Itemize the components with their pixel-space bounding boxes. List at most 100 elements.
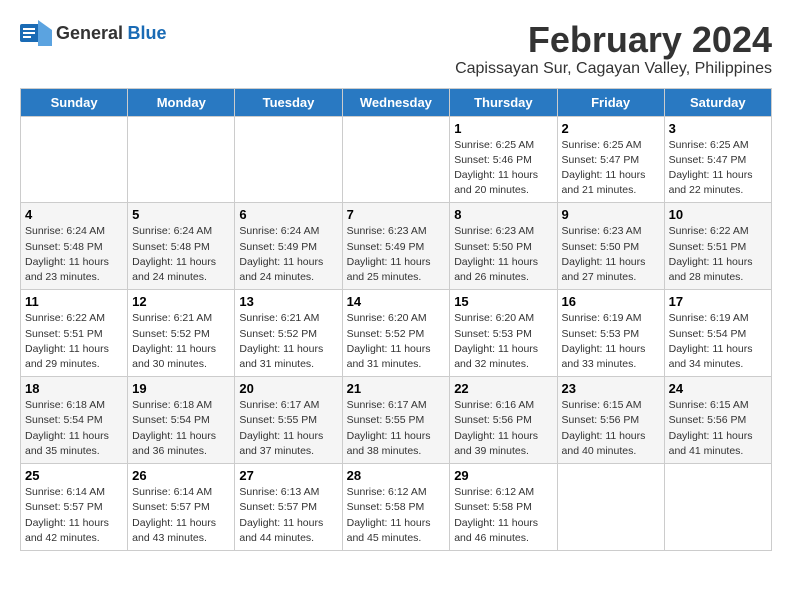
day-info: Sunrise: 6:23 AM Sunset: 5:49 PM Dayligh… [347,224,446,285]
calendar-cell: 9 Sunrise: 6:23 AM Sunset: 5:50 PM Daylig… [557,203,664,290]
day-number: 29 [454,468,552,483]
calendar-cell: 6Sunrise: 6:24 AM Sunset: 5:49 PM Daylig… [235,203,342,290]
calendar-cell: 24 Sunrise: 6:15 AM Sunset: 5:56 PM Dayli… [664,377,771,464]
logo-blue-text: Blue [128,23,167,43]
day-number: 28 [347,468,446,483]
day-info: Sunrise: 6:14 AM Sunset: 5:57 PM Dayligh… [25,485,123,546]
day-info: Sunrise: 6:24 AM Sunset: 5:48 PM Dayligh… [25,224,123,285]
day-number: 12 [132,294,230,309]
day-info: Sunrise: 6:13 AM Sunset: 5:57 PM Dayligh… [239,485,337,546]
day-number: 5 [132,207,230,222]
day-number: 26 [132,468,230,483]
day-number: 2 [562,121,660,136]
calendar-cell [21,116,128,203]
calendar-cell: 28 Sunrise: 6:12 AM Sunset: 5:58 PM Dayli… [342,464,450,551]
calendar-cell: 25 Sunrise: 6:14 AM Sunset: 5:57 PM Dayli… [21,464,128,551]
calendar-cell: 15 Sunrise: 6:20 AM Sunset: 5:53 PM Dayli… [450,290,557,377]
calendar-cell: 7 Sunrise: 6:23 AM Sunset: 5:49 PM Daylig… [342,203,450,290]
day-info: Sunrise: 6:21 AM Sunset: 5:52 PM Dayligh… [239,311,337,372]
day-info: Sunrise: 6:18 AM Sunset: 5:54 PM Dayligh… [132,398,230,459]
calendar-cell: 10Sunrise: 6:22 AM Sunset: 5:51 PM Dayli… [664,203,771,290]
header-tuesday: Tuesday [235,88,342,116]
calendar-cell: 13 Sunrise: 6:21 AM Sunset: 5:52 PM Dayli… [235,290,342,377]
day-info: Sunrise: 6:23 AM Sunset: 5:50 PM Dayligh… [454,224,552,285]
day-info: Sunrise: 6:19 AM Sunset: 5:53 PM Dayligh… [562,311,660,372]
day-number: 1 [454,121,552,136]
day-number: 7 [347,207,446,222]
calendar-cell [235,116,342,203]
calendar-cell: 2 Sunrise: 6:25 AM Sunset: 5:47 PM Daylig… [557,116,664,203]
calendar-week-3: 18 Sunrise: 6:18 AM Sunset: 5:54 PM Dayli… [21,377,772,464]
day-number: 16 [562,294,660,309]
day-number: 25 [25,468,123,483]
logo-icon [20,20,52,46]
calendar-cell: 16 Sunrise: 6:19 AM Sunset: 5:53 PM Dayli… [557,290,664,377]
calendar-cell: 8 Sunrise: 6:23 AM Sunset: 5:50 PM Daylig… [450,203,557,290]
day-info: Sunrise: 6:25 AM Sunset: 5:47 PM Dayligh… [562,138,660,199]
day-number: 18 [25,381,123,396]
header-row: Sunday Monday Tuesday Wednesday Thursday… [21,88,772,116]
calendar-week-4: 25 Sunrise: 6:14 AM Sunset: 5:57 PM Dayli… [21,464,772,551]
day-number: 24 [669,381,767,396]
day-info: Sunrise: 6:18 AM Sunset: 5:54 PM Dayligh… [25,398,123,459]
day-info: Sunrise: 6:15 AM Sunset: 5:56 PM Dayligh… [562,398,660,459]
calendar-cell: 5 Sunrise: 6:24 AM Sunset: 5:48 PM Daylig… [128,203,235,290]
calendar-cell: 11 Sunrise: 6:22 AM Sunset: 5:51 PM Dayli… [21,290,128,377]
header-thursday: Thursday [450,88,557,116]
day-info: Sunrise: 6:24 AM Sunset: 5:48 PM Dayligh… [132,224,230,285]
day-info: Sunrise: 6:25 AM Sunset: 5:46 PM Dayligh… [454,138,552,199]
calendar-cell: 1 Sunrise: 6:25 AM Sunset: 5:46 PM Daylig… [450,116,557,203]
page-container: General Blue February 2024 Capissayan Su… [20,20,772,551]
day-info: Sunrise: 6:23 AM Sunset: 5:50 PM Dayligh… [562,224,660,285]
header: General Blue February 2024 Capissayan Su… [20,20,772,78]
calendar-cell: 22Sunrise: 6:16 AM Sunset: 5:56 PM Dayli… [450,377,557,464]
day-info: Sunrise: 6:19 AM Sunset: 5:54 PM Dayligh… [669,311,767,372]
day-number: 3 [669,121,767,136]
day-info: Sunrise: 6:25 AM Sunset: 5:47 PM Dayligh… [669,138,767,199]
calendar-cell: 19Sunrise: 6:18 AM Sunset: 5:54 PM Dayli… [128,377,235,464]
calendar-cell: 20 Sunrise: 6:17 AM Sunset: 5:55 PM Dayli… [235,377,342,464]
day-info: Sunrise: 6:17 AM Sunset: 5:55 PM Dayligh… [239,398,337,459]
month-title: February 2024 [455,20,772,60]
day-number: 21 [347,381,446,396]
calendar-cell: 26 Sunrise: 6:14 AM Sunset: 5:57 PM Dayli… [128,464,235,551]
calendar-header: Sunday Monday Tuesday Wednesday Thursday… [21,88,772,116]
day-number: 11 [25,294,123,309]
calendar-cell: 14Sunrise: 6:20 AM Sunset: 5:52 PM Dayli… [342,290,450,377]
logo-general-text: General [56,23,123,43]
calendar-cell [557,464,664,551]
calendar-cell: 23Sunrise: 6:15 AM Sunset: 5:56 PM Dayli… [557,377,664,464]
calendar-table: Sunday Monday Tuesday Wednesday Thursday… [20,88,772,551]
day-info: Sunrise: 6:22 AM Sunset: 5:51 PM Dayligh… [669,224,767,285]
day-number: 9 [562,207,660,222]
calendar-week-2: 11 Sunrise: 6:22 AM Sunset: 5:51 PM Dayli… [21,290,772,377]
day-number: 22 [454,381,552,396]
calendar-cell: 3 Sunrise: 6:25 AM Sunset: 5:47 PM Daylig… [664,116,771,203]
day-number: 8 [454,207,552,222]
day-info: Sunrise: 6:15 AM Sunset: 5:56 PM Dayligh… [669,398,767,459]
calendar-cell: 18 Sunrise: 6:18 AM Sunset: 5:54 PM Dayli… [21,377,128,464]
calendar-cell: 17Sunrise: 6:19 AM Sunset: 5:54 PM Dayli… [664,290,771,377]
day-number: 13 [239,294,337,309]
day-number: 14 [347,294,446,309]
calendar-cell: 12 Sunrise: 6:21 AM Sunset: 5:52 PM Dayli… [128,290,235,377]
day-info: Sunrise: 6:12 AM Sunset: 5:58 PM Dayligh… [347,485,446,546]
header-saturday: Saturday [664,88,771,116]
calendar-body: 1 Sunrise: 6:25 AM Sunset: 5:46 PM Daylig… [21,116,772,550]
day-number: 15 [454,294,552,309]
calendar-cell: 4 Sunrise: 6:24 AM Sunset: 5:48 PM Daylig… [21,203,128,290]
day-info: Sunrise: 6:21 AM Sunset: 5:52 PM Dayligh… [132,311,230,372]
calendar-cell [664,464,771,551]
header-wednesday: Wednesday [342,88,450,116]
calendar-cell [128,116,235,203]
header-friday: Friday [557,88,664,116]
header-monday: Monday [128,88,235,116]
day-info: Sunrise: 6:14 AM Sunset: 5:57 PM Dayligh… [132,485,230,546]
day-number: 27 [239,468,337,483]
day-number: 20 [239,381,337,396]
calendar-cell: 27 Sunrise: 6:13 AM Sunset: 5:57 PM Dayli… [235,464,342,551]
day-info: Sunrise: 6:22 AM Sunset: 5:51 PM Dayligh… [25,311,123,372]
day-number: 4 [25,207,123,222]
day-info: Sunrise: 6:17 AM Sunset: 5:55 PM Dayligh… [347,398,446,459]
day-info: Sunrise: 6:20 AM Sunset: 5:53 PM Dayligh… [454,311,552,372]
